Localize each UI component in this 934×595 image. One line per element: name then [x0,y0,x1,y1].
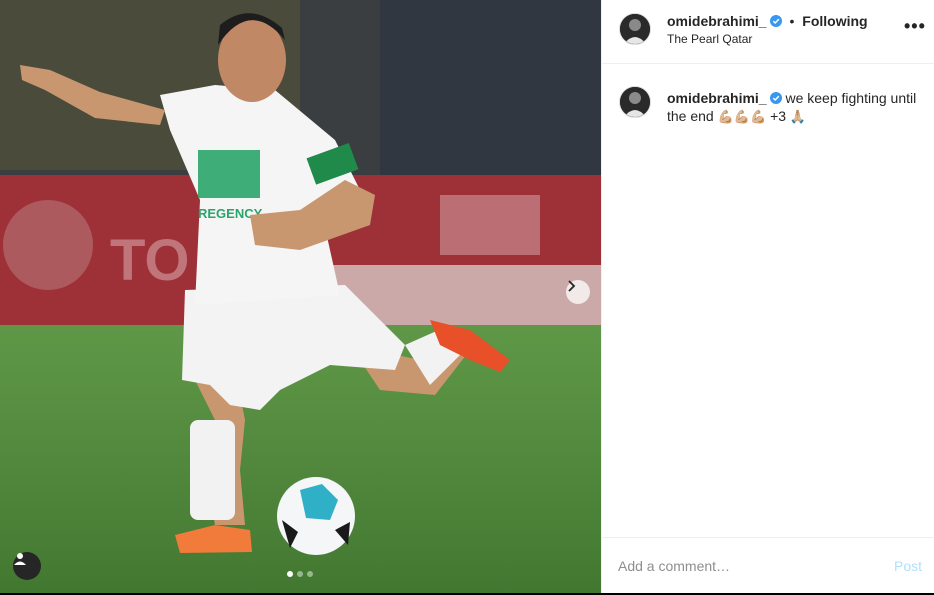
photo-illustration: TO REGENCY [0,0,601,593]
following-button[interactable]: Following [802,13,867,29]
more-options-icon[interactable]: ••• [904,16,926,37]
carousel-indicator [287,571,313,577]
caption-emoji: 💪🏼💪🏼💪🏼 [717,110,767,125]
header-user-line: omidebrahimi_ • Following [667,13,868,29]
verified-badge-icon [769,92,782,104]
header-username[interactable]: omidebrahimi_ [667,13,767,29]
carousel-dot [307,571,313,577]
svg-text:TO: TO [110,228,190,293]
verified-badge-icon [769,15,782,27]
post-modal: TO REGENCY omidebrahimi_ • Following The… [0,0,934,593]
carousel-dot [287,571,293,577]
post-side-panel: omidebrahimi_ • Following The Pearl Qata… [601,0,934,593]
caption-extra: +3 [770,108,787,124]
chevron-right-icon [568,280,576,292]
user-tag-icon [14,553,26,565]
user-tag-button[interactable] [13,552,41,580]
post-caption: omidebrahimi_ we keep fighting until the… [667,89,917,127]
location-link[interactable]: The Pearl Qatar [667,32,752,46]
carousel-dot [297,571,303,577]
comment-bar: Post [602,537,934,594]
post-photo[interactable]: TO REGENCY [0,0,601,593]
caption-emoji-2: 🙏🏼 [789,110,807,125]
post-comment-button[interactable]: Post [894,558,922,574]
comment-input[interactable] [618,558,858,574]
avatar[interactable] [619,13,651,45]
carousel-next-button[interactable] [566,280,590,304]
caption-username[interactable]: omidebrahimi_ [667,90,767,106]
caption-avatar[interactable] [619,86,651,118]
post-header: omidebrahimi_ • Following The Pearl Qata… [602,0,934,64]
separator-dot: • [789,13,795,29]
avatar-image [620,14,650,44]
avatar-image [620,87,650,117]
